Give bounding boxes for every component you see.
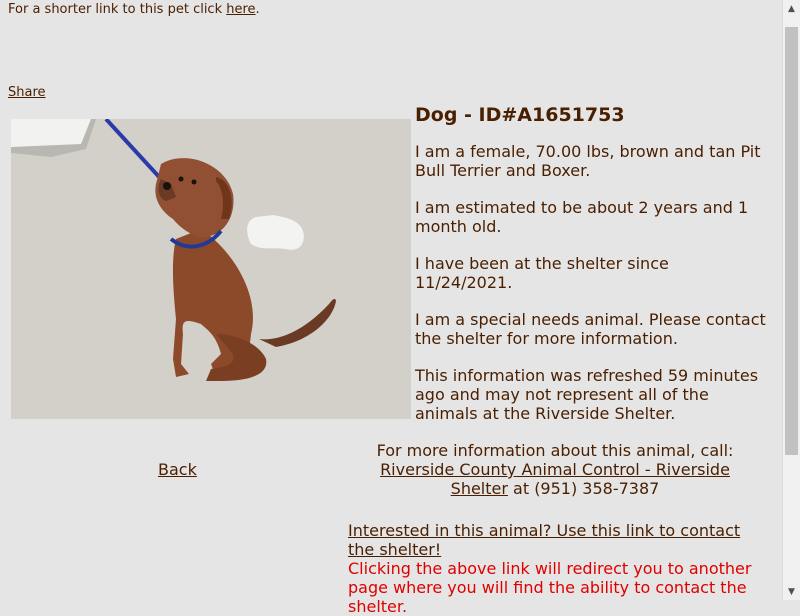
shelter-phone: at (951) 358-7387	[507, 479, 660, 498]
contact-line: Riverside County Animal Control - Rivers…	[350, 460, 760, 498]
scroll-thumb[interactable]	[785, 27, 798, 455]
pet-title: Dog - ID#A1651753	[415, 104, 625, 126]
share-link[interactable]: Share	[8, 85, 46, 100]
scroll-down-arrow-icon[interactable]: ▼	[783, 583, 800, 600]
pet-details: Dog - ID#A1651753 I am a female, 70.00 l…	[415, 104, 770, 441]
shortlink-link[interactable]: here	[226, 2, 255, 17]
shortlink-prefix: For a shorter link to this pet click	[8, 2, 227, 17]
back-link[interactable]: Back	[158, 460, 197, 479]
shortlink-suffix: .	[255, 2, 260, 17]
dog-photo-illustration	[11, 119, 411, 419]
contact-shelter-link[interactable]: Interested in this animal? Use this link…	[348, 521, 740, 559]
pet-refresh-note: This information was refreshed 59 minute…	[415, 366, 759, 423]
contact-info: For more information about this animal, …	[350, 441, 760, 498]
shortlink-line: For a shorter link to this pet click her…	[8, 2, 260, 17]
pet-special-needs: I am a special needs animal. Please cont…	[415, 310, 766, 348]
pet-intake-date: I have been at the shelter since 11/24/2…	[415, 254, 669, 292]
contact-intro: For more information about this animal, …	[376, 441, 734, 460]
scroll-up-arrow-icon[interactable]: ▲	[783, 0, 800, 17]
pet-photo	[11, 119, 411, 419]
pet-description: I am a female, 70.00 lbs, brown and tan …	[415, 142, 761, 180]
vertical-scrollbar[interactable]: ▲ ▼	[782, 0, 800, 600]
interest-section: Interested in this animal? Use this link…	[348, 521, 768, 616]
pet-age: I am estimated to be about 2 years and 1…	[415, 198, 749, 236]
redirect-note: Clicking the above link will redirect yo…	[348, 559, 752, 616]
